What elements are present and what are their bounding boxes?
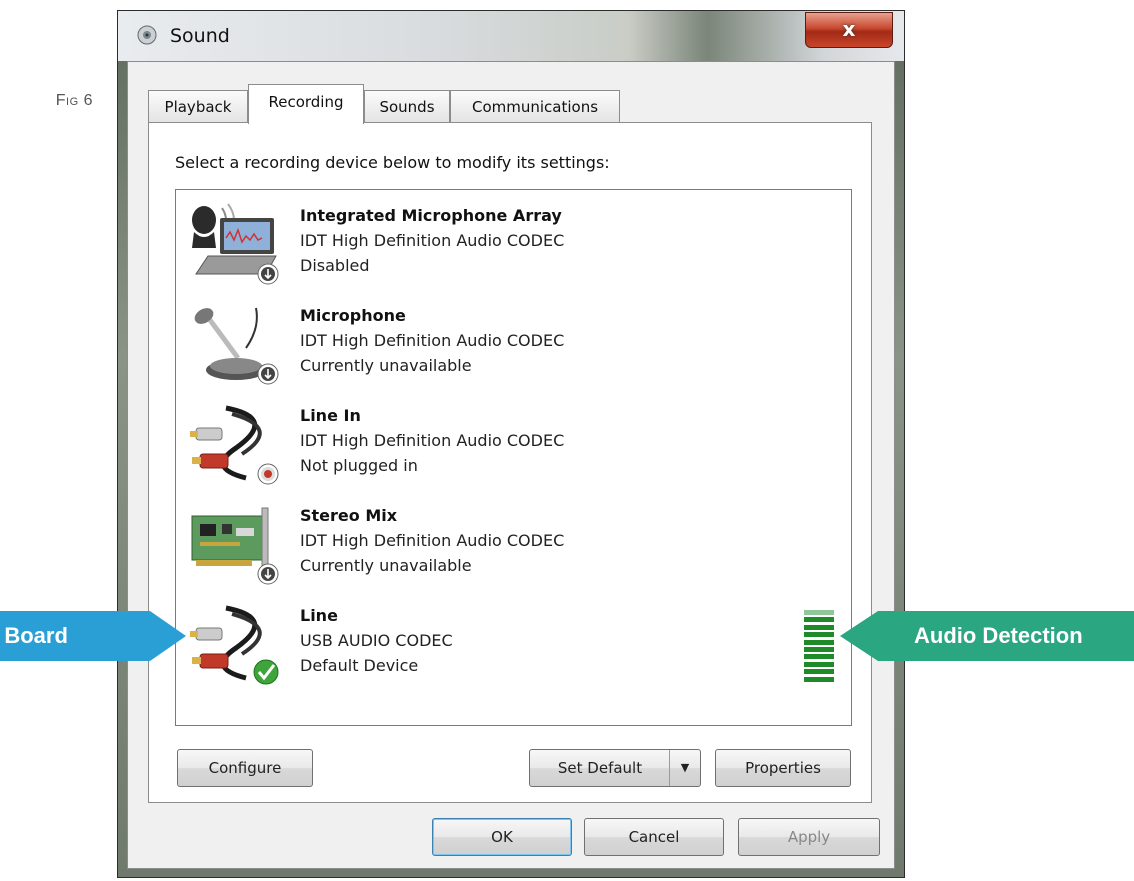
device-status: Currently unavailable <box>300 556 472 575</box>
speaker-icon <box>137 25 157 45</box>
device-item-line[interactable]: Line USB AUDIO CODEC Default Device <box>176 590 851 690</box>
cancel-button[interactable]: Cancel <box>584 818 724 856</box>
set-default-label: Set Default <box>557 759 643 777</box>
ok-button[interactable]: OK <box>432 818 572 856</box>
figure-label: Fig 6 <box>55 92 93 109</box>
meter-segment <box>804 669 834 675</box>
properties-button[interactable]: Properties <box>715 749 851 787</box>
device-name: Microphone <box>300 306 406 325</box>
callout-right-label: Audio Detection <box>914 623 1083 648</box>
meter-segment <box>804 654 834 660</box>
title-bar[interactable]: Sound x <box>118 11 904 61</box>
device-name: Line <box>300 606 338 625</box>
audio-detection-callout: Audio Detection <box>840 611 1134 661</box>
device-name: Integrated Microphone Array <box>300 206 562 225</box>
meter-segment <box>804 661 834 667</box>
device-list[interactable]: Integrated Microphone Array IDT High Def… <box>175 189 852 726</box>
chevron-down-icon[interactable]: ▼ <box>669 750 700 786</box>
device-item-line-in[interactable]: Line In IDT High Definition Audio CODEC … <box>176 390 851 490</box>
device-status: Disabled <box>300 256 370 275</box>
meter-segment <box>804 632 834 638</box>
device-driver: IDT High Definition Audio CODEC <box>300 531 565 550</box>
recording-tab-panel: Select a recording device below to modif… <box>148 122 872 803</box>
meter-segment <box>804 610 834 615</box>
device-name: Stereo Mix <box>300 506 398 525</box>
interface-board-callout: e Board <box>0 611 186 661</box>
device-driver: USB AUDIO CODEC <box>300 631 453 650</box>
sound-card-icon <box>191 507 279 585</box>
device-driver: IDT High Definition Audio CODEC <box>300 331 565 350</box>
set-default-button[interactable]: Set Default ▼ <box>529 749 701 787</box>
configure-button[interactable]: Configure <box>177 749 313 787</box>
rca-cable-icon <box>190 405 279 485</box>
device-item-microphone[interactable]: Microphone IDT High Definition Audio COD… <box>176 290 851 390</box>
audio-level-meter <box>804 610 834 684</box>
meter-segment <box>804 617 834 623</box>
apply-button[interactable]: Apply <box>738 818 880 856</box>
microphone-array-laptop-icon <box>192 203 279 285</box>
device-name: Line In <box>300 406 361 425</box>
tab-playback[interactable]: Playback <box>148 90 248 123</box>
desk-microphone-icon <box>194 307 279 385</box>
callout-left-label: e Board <box>0 623 68 648</box>
device-status: Not plugged in <box>300 456 418 475</box>
tab-sounds[interactable]: Sounds <box>364 90 450 123</box>
meter-segment <box>804 647 834 652</box>
device-status: Currently unavailable <box>300 356 472 375</box>
tab-communications[interactable]: Communications <box>450 90 620 123</box>
instruction-text: Select a recording device below to modif… <box>175 153 610 172</box>
window-title: Sound <box>170 25 230 47</box>
meter-segment <box>804 624 834 630</box>
device-status: Default Device <box>300 656 419 675</box>
device-item-integrated-microphone-array[interactable]: Integrated Microphone Array IDT High Def… <box>176 190 851 290</box>
rca-cable-icon <box>190 605 279 685</box>
close-icon: x <box>842 17 856 41</box>
meter-segment <box>804 639 834 645</box>
tab-recording[interactable]: Recording <box>248 84 364 124</box>
meter-segment <box>804 676 834 682</box>
device-item-stereo-mix[interactable]: Stereo Mix IDT High Definition Audio COD… <box>176 490 851 590</box>
dialog-client-area: Playback Recording Sounds Communications… <box>127 61 895 869</box>
sound-dialog: Sound x Playback Recording Sounds Commun… <box>117 10 905 878</box>
device-driver: IDT High Definition Audio CODEC <box>300 431 565 450</box>
device-driver: IDT High Definition Audio CODEC <box>300 231 565 250</box>
close-button[interactable]: x <box>805 12 893 48</box>
